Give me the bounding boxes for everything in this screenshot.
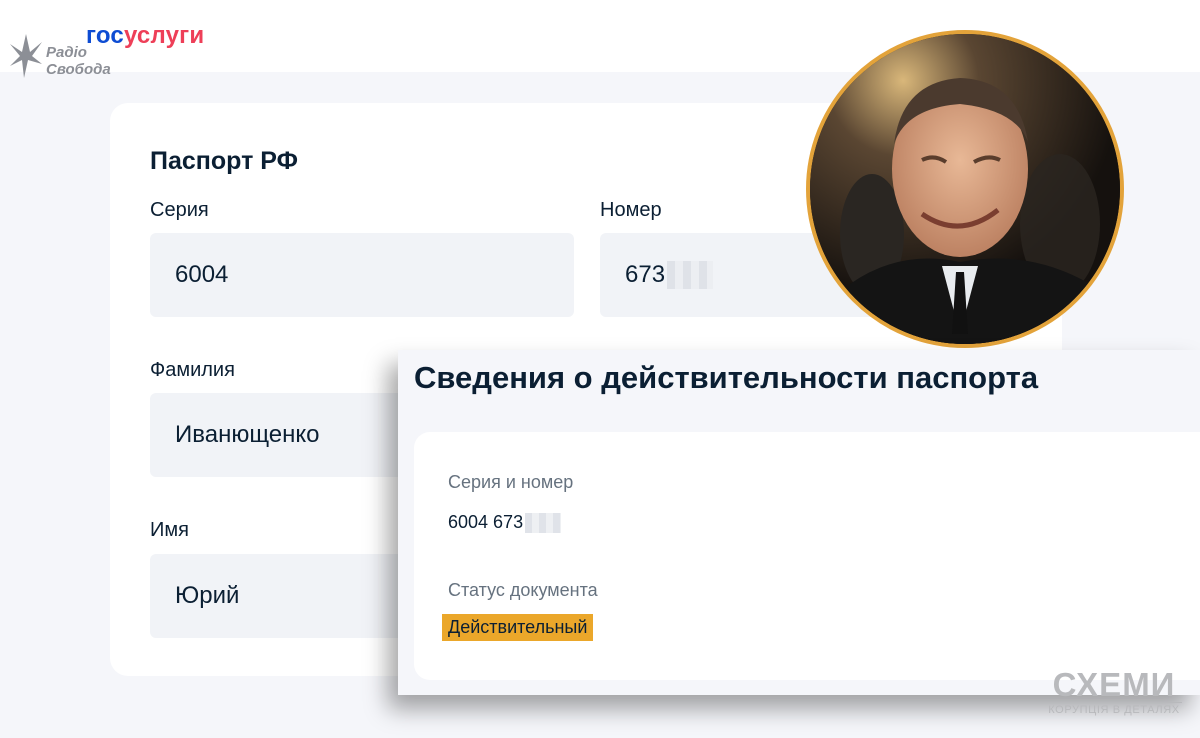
redacted-digits-small	[525, 513, 562, 534]
passport-card-title: Паспорт РФ	[150, 147, 298, 175]
series-number-value-row: 6004 673	[448, 512, 562, 534]
gosuslugi-logo: госуслуги	[86, 22, 204, 50]
series-field[interactable]: 6004	[150, 233, 574, 317]
gosuslugi-logo-part1: гос	[86, 22, 124, 49]
validity-card: Серия и номер 6004 673 Статус документа …	[414, 432, 1200, 680]
series-value: 6004	[175, 261, 229, 288]
skhemy-watermark: СХЕМИ КОРУПЦІЯ В ДЕТАЛЯХ	[1046, 668, 1182, 716]
validity-title: Сведения о действительности паспорта	[414, 360, 1039, 395]
number-value: 673	[625, 261, 666, 288]
series-number-label: Серия и номер	[448, 472, 574, 492]
status-badge: Действительный	[442, 614, 594, 641]
surname-value: Иванющенко	[175, 421, 320, 448]
surname-label: Фамилия	[150, 359, 235, 381]
validity-panel: Сведения о действительности паспорта Сер…	[398, 350, 1200, 695]
number-label: Номер	[600, 199, 662, 221]
skhemy-tagline: КОРУПЦІЯ В ДЕТАЛЯХ	[1046, 702, 1182, 716]
redacted-digits	[667, 261, 714, 289]
series-number-value: 6004 673	[448, 512, 524, 532]
radio-svoboda-bird-icon	[10, 34, 42, 78]
skhemy-wordmark: СХЕМИ	[1052, 666, 1176, 703]
radio-logo-line2: Свобода	[46, 61, 111, 78]
gosuslugi-logo-part2: услуги	[123, 22, 205, 49]
name-label: Имя	[150, 519, 189, 541]
series-label: Серия	[150, 199, 209, 221]
person-portrait-photo	[806, 30, 1124, 348]
name-value: Юрий	[175, 582, 240, 609]
status-label: Статус документа	[448, 580, 598, 600]
portrait-image	[810, 34, 1120, 344]
